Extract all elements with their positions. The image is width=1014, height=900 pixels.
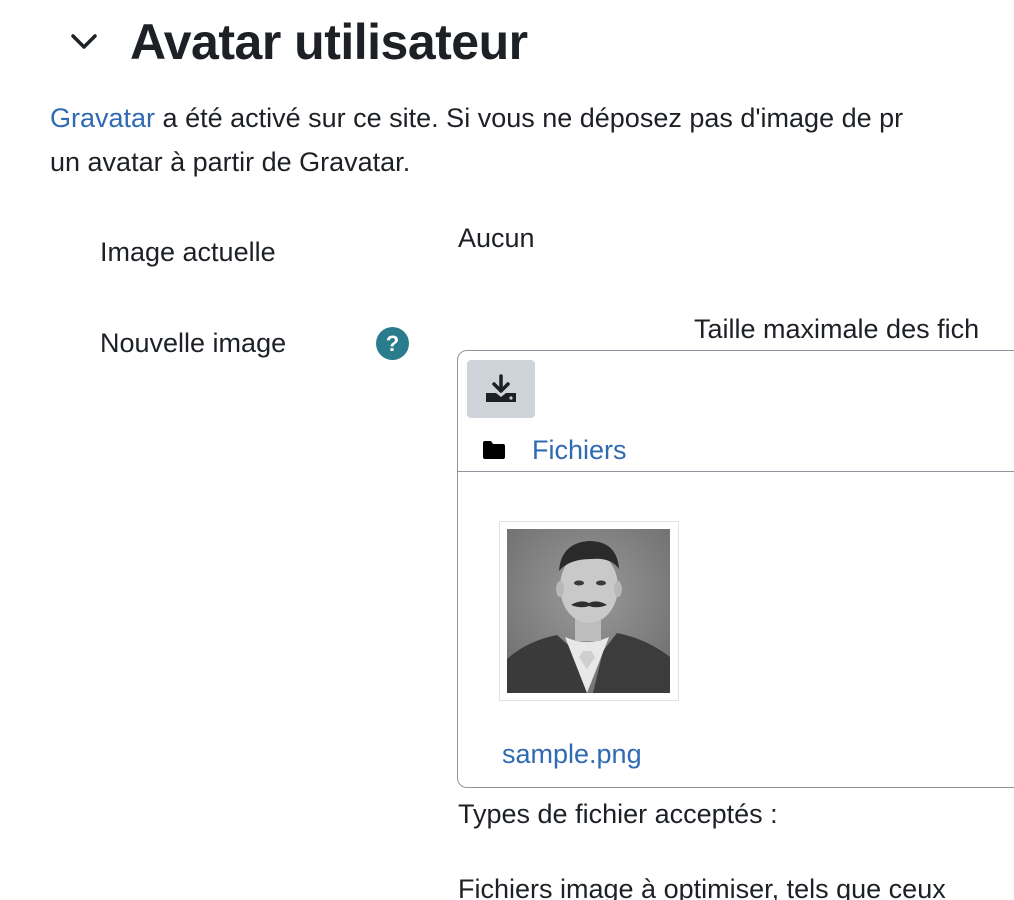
folder-path-link[interactable]: Fichiers xyxy=(532,433,627,467)
gravatar-notice: Gravatar a été activé sur ce site. Si vo… xyxy=(50,96,1014,184)
chevron-down-icon[interactable] xyxy=(64,22,104,62)
max-file-size-text: Taille maximale des fich xyxy=(694,314,980,344)
file-manager-divider xyxy=(458,471,1014,472)
file-thumbnail[interactable] xyxy=(499,521,679,701)
folder-icon xyxy=(483,441,505,459)
accepted-types-label: Types de fichier acceptés : xyxy=(458,799,778,829)
page: Avatar utilisateur Gravatar a été activé… xyxy=(0,0,1014,900)
gravatar-link[interactable]: Gravatar xyxy=(50,103,155,133)
folder-path: Fichiers xyxy=(482,433,627,467)
accepted-types-description: Fichiers image à optimiser, tels que ceu… xyxy=(458,874,946,900)
section-title: Avatar utilisateur xyxy=(130,14,528,70)
gravatar-notice-line-2: un avatar à partir de Gravatar. xyxy=(50,147,411,177)
current-image-value: Aucun xyxy=(458,223,535,253)
question-circle-icon[interactable]: ? xyxy=(376,327,409,360)
gravatar-notice-line-1: Gravatar a été activé sur ce site. Si vo… xyxy=(50,96,1014,140)
add-file-button[interactable] xyxy=(467,360,535,418)
gravatar-notice-text: a été activé sur ce site. Si vous ne dép… xyxy=(155,103,904,133)
new-image-label: Nouvelle image xyxy=(100,328,287,358)
section-header: Avatar utilisateur xyxy=(64,12,528,72)
download-icon xyxy=(486,374,516,402)
portrait-image xyxy=(506,528,670,693)
file-manager: Fichiers sample.png xyxy=(457,350,1014,788)
file-name-link[interactable]: sample.png xyxy=(502,737,642,771)
current-image-label: Image actuelle xyxy=(100,237,276,267)
